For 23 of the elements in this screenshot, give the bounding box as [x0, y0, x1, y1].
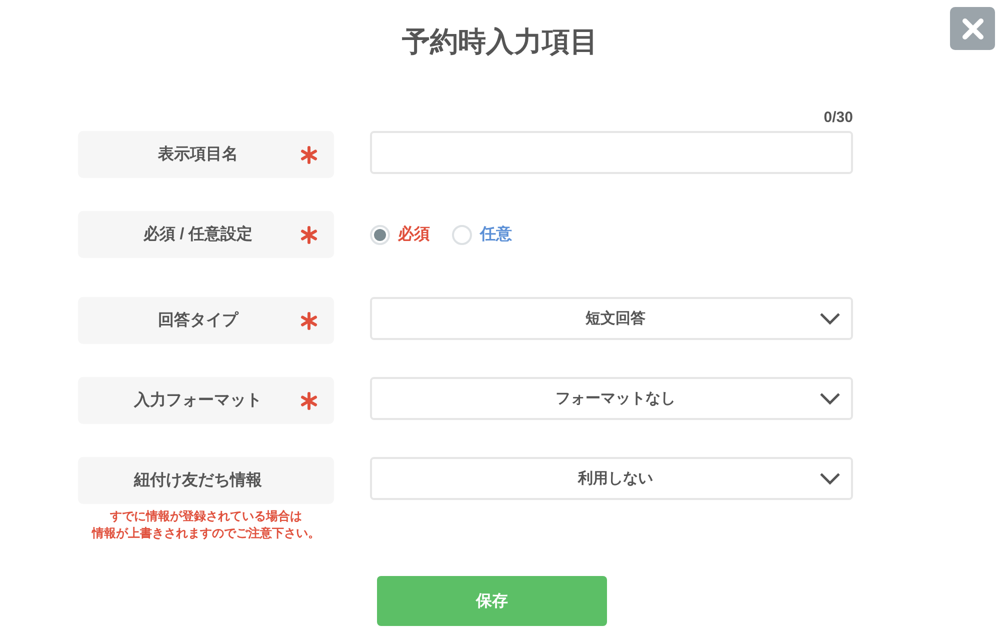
chevron-down-icon: [819, 472, 841, 486]
label-text: 入力フォーマット: [134, 390, 262, 411]
select-dropdown[interactable]: 利用しない: [370, 457, 853, 500]
radio-option[interactable]: 必須: [370, 224, 430, 245]
input-field[interactable]: [370, 131, 853, 174]
asterisk-icon: [300, 312, 318, 330]
select-dropdown[interactable]: フォーマットなし: [370, 377, 853, 420]
close-button[interactable]: [950, 7, 995, 50]
label-text: 表示項目名: [158, 144, 238, 165]
chevron-down-icon: [819, 392, 841, 406]
asterisk-icon: [300, 392, 318, 410]
dialog-title: 予約時入力項目: [402, 25, 598, 59]
chevron-down-icon: [819, 312, 841, 326]
warning-note: 情報が上書きされますのでご注意下さい。: [92, 525, 320, 542]
label-text: 回答タイプ: [158, 310, 238, 331]
label-text: 紐付け友だち情報: [134, 470, 262, 491]
warning-note: すでに情報が登録されている場合は: [110, 508, 302, 525]
label-text: 必須 / 任意設定: [143, 224, 253, 245]
close-icon: [960, 16, 984, 40]
asterisk-icon: [300, 146, 318, 164]
asterisk-icon: [300, 226, 318, 244]
character-counter: 0/30: [824, 109, 853, 126]
select-dropdown[interactable]: 短文回答: [370, 297, 853, 340]
